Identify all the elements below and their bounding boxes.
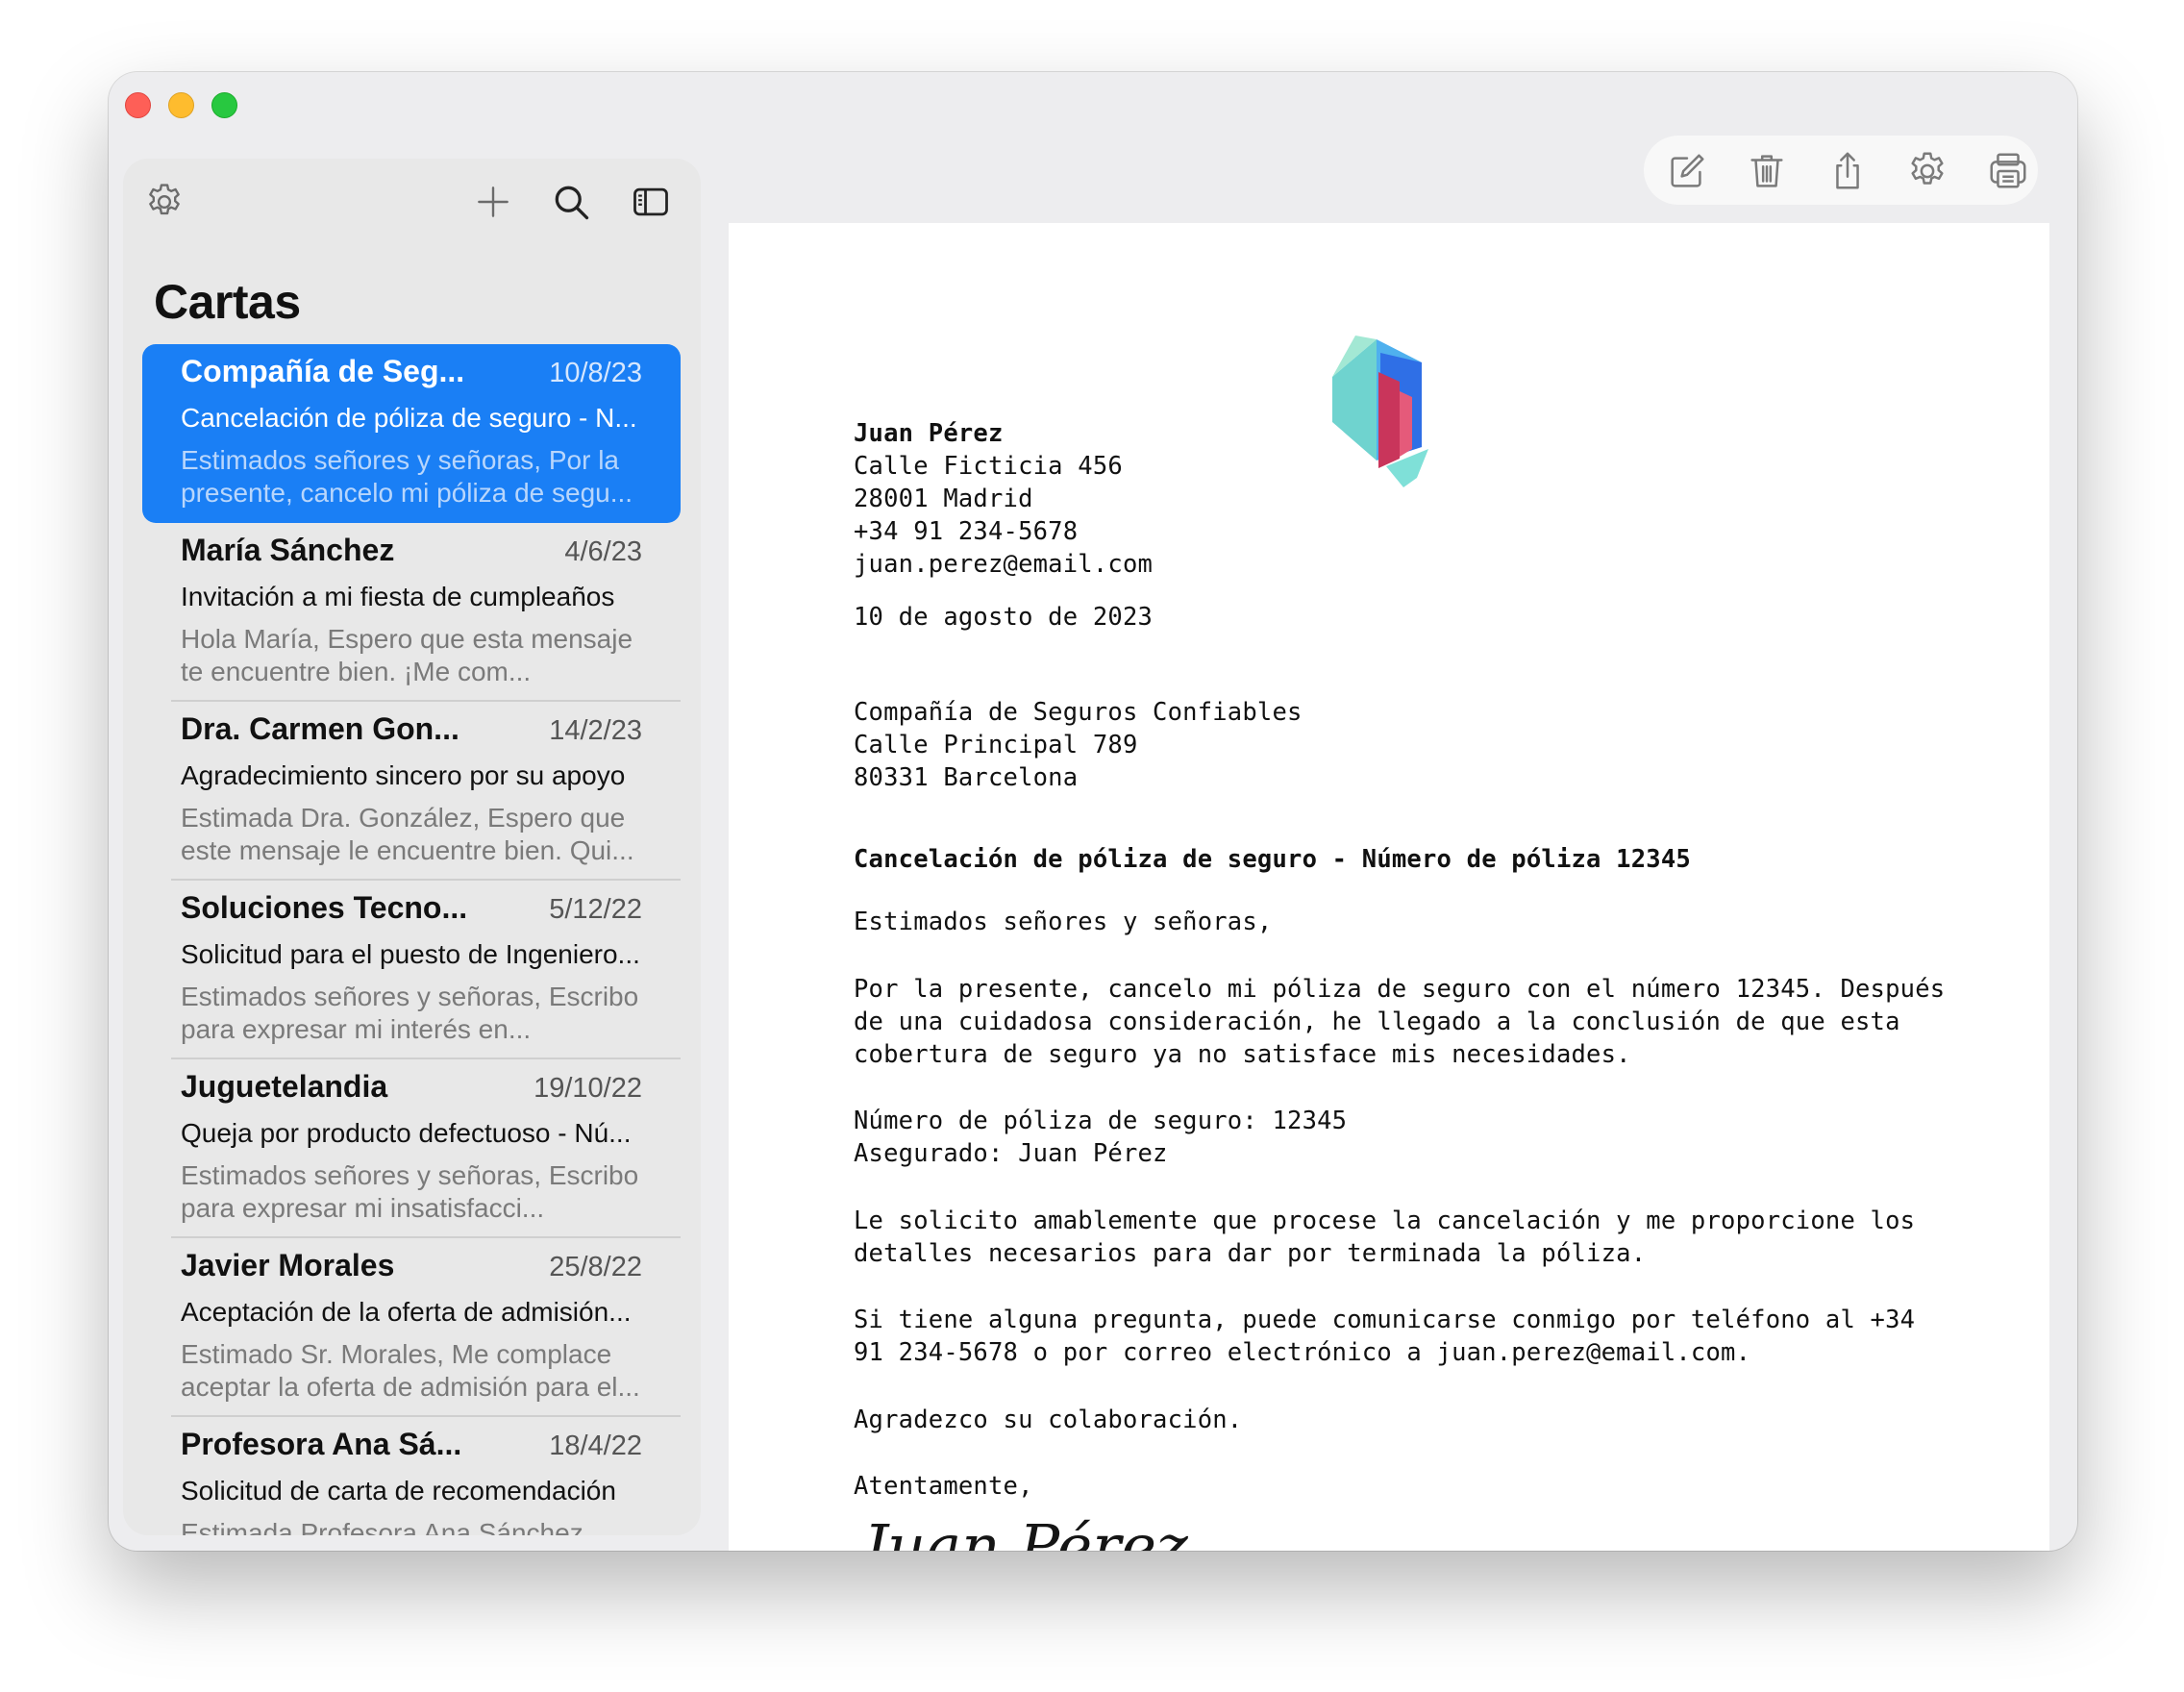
gear-icon: [1911, 152, 1944, 185]
letter-paragraph: Le solicito amablemente que procese la c…: [854, 1207, 1916, 1268]
print-icon: [1990, 153, 2026, 188]
sidebar: Cartas Compañía de Seg... 10/8/23 Cancel…: [123, 159, 701, 1535]
letter-subject: Cancelación de póliza de seguro - N...: [181, 403, 637, 433]
letter-date: 14/2/23: [549, 715, 642, 746]
letter-list-item[interactable]: María Sánchez 4/6/23 Invitación a mi fie…: [142, 523, 681, 702]
letter-list: Compañía de Seg... 10/8/23 Cancelación d…: [142, 344, 681, 1535]
compose-button[interactable]: [1661, 145, 1713, 197]
letter-subject: Cancelación de póliza de seguro - Número…: [854, 845, 1691, 874]
new-letter-button[interactable]: [471, 180, 515, 224]
letter-date: 18/4/22: [549, 1431, 642, 1461]
search-button[interactable]: [549, 180, 593, 224]
letter-subject: Queja por producto defectuoso - Nú...: [181, 1118, 632, 1148]
letter-sender: María Sánchez: [181, 533, 395, 567]
compose-icon: [1671, 154, 1704, 187]
letter-date: 4/6/23: [564, 536, 642, 567]
letter-recipient: Compañía de Seguros Confiables Calle Pri…: [854, 698, 1303, 792]
letter-subject: Solicitud para el puesto de Ingeniero...: [181, 939, 640, 969]
letter-subject: Invitación a mi fiesta de cumpleaños: [181, 582, 615, 611]
letter-thanks: Agradezco su colaboración.: [854, 1406, 1243, 1434]
letter-preview: Estimados señores y señoras, Escribo par…: [181, 1160, 639, 1223]
letter-preview: Estimada Dra. González, Espero que este …: [181, 803, 634, 865]
letter-sender-name: Juan Pérez: [854, 419, 1004, 448]
letter-date: 10/8/23: [549, 358, 642, 388]
app-logo-icon: [1332, 336, 1428, 487]
letter-sender: Soluciones Tecno...: [181, 890, 468, 925]
settings-button[interactable]: [1901, 145, 1953, 197]
sidebar-toggle-icon: [633, 187, 668, 216]
letter-preview: Estimado Sr. Morales, Me complace acepta…: [181, 1339, 640, 1402]
plus-icon: [478, 187, 509, 217]
letter-subject: Solicitud de carta de recomendación: [181, 1476, 616, 1505]
search-icon: [555, 186, 589, 220]
letter-list-item[interactable]: Dra. Carmen Gon... 14/2/23 Agradecimient…: [142, 702, 681, 881]
letter-policy-info: Número de póliza de seguro: 12345 Asegur…: [854, 1107, 1348, 1168]
document-toolbar: [1644, 136, 2038, 205]
delete-button[interactable]: [1741, 145, 1793, 197]
letter-paragraph: Si tiene alguna pregunta, puede comunica…: [854, 1306, 1916, 1367]
letter-preview: Hola María, Espero que esta mensaje te e…: [181, 624, 633, 686]
letter-sender: Dra. Carmen Gon...: [181, 711, 459, 746]
letter-list-item[interactable]: Javier Morales 25/8/22 Aceptación de la …: [142, 1238, 681, 1417]
letter-date: 5/12/22: [549, 894, 642, 925]
trash-icon: [1750, 155, 1783, 187]
minimize-window-button[interactable]: [168, 92, 194, 118]
letter-subject: Agradecimiento sincero por su apoyo: [181, 760, 626, 790]
share-button[interactable]: [1822, 145, 1874, 197]
settings-button[interactable]: [142, 180, 186, 224]
print-button[interactable]: [1982, 145, 2034, 197]
sidebar-title: Cartas: [154, 275, 301, 329]
close-window-button[interactable]: [125, 92, 151, 118]
toggle-sidebar-button[interactable]: [629, 180, 673, 224]
letter-preview: Estimados señores y señoras, Por la pres…: [181, 445, 633, 508]
letter-date: 10 de agosto de 2023: [854, 603, 1154, 632]
letter-preview: Estimados señores y señoras, Escribo par…: [181, 982, 639, 1044]
letter-paragraph: Por la presente, cancelo mi póliza de se…: [854, 975, 1946, 1069]
share-icon: [1836, 152, 1859, 189]
letter-list-item[interactable]: Profesora Ana Sá... 18/4/22 Solicitud de…: [142, 1417, 681, 1535]
letter-salutation: Estimados señores y señoras,: [854, 908, 1273, 936]
letter-list-item[interactable]: Juguetelandia 19/10/22 Queja por product…: [142, 1059, 681, 1238]
letter-list-item[interactable]: Soluciones Tecno... 5/12/22 Solicitud pa…: [142, 881, 681, 1059]
letter-closing: Atentamente,: [854, 1472, 1033, 1501]
letter-document[interactable]: Juan Pérez Calle Ficticia 456 28001 Madr…: [729, 223, 2049, 1551]
letter-list-item[interactable]: Compañía de Seg... 10/8/23 Cancelación d…: [142, 344, 681, 523]
gear-icon: [149, 184, 180, 215]
letter-date: 25/8/22: [549, 1252, 642, 1282]
letter-sender: Compañía de Seg...: [181, 354, 465, 388]
letter-subject: Aceptación de la oferta de admisión...: [181, 1297, 632, 1327]
letter-sender: Javier Morales: [181, 1248, 395, 1282]
app-window: Cartas Compañía de Seg... 10/8/23 Cancel…: [109, 72, 2077, 1551]
zoom-window-button[interactable]: [211, 92, 237, 118]
letter-sender-address: Calle Ficticia 456 28001 Madrid +34 91 2…: [854, 452, 1154, 579]
letter-signature: Juan Pérez: [863, 1511, 1189, 1551]
letter-preview: Estimada Profesora Ana Sánchez: [181, 1518, 583, 1535]
letter-sender: Juguetelandia: [181, 1069, 388, 1104]
letter-date: 19/10/22: [534, 1073, 642, 1104]
letter-sender: Profesora Ana Sá...: [181, 1427, 462, 1461]
